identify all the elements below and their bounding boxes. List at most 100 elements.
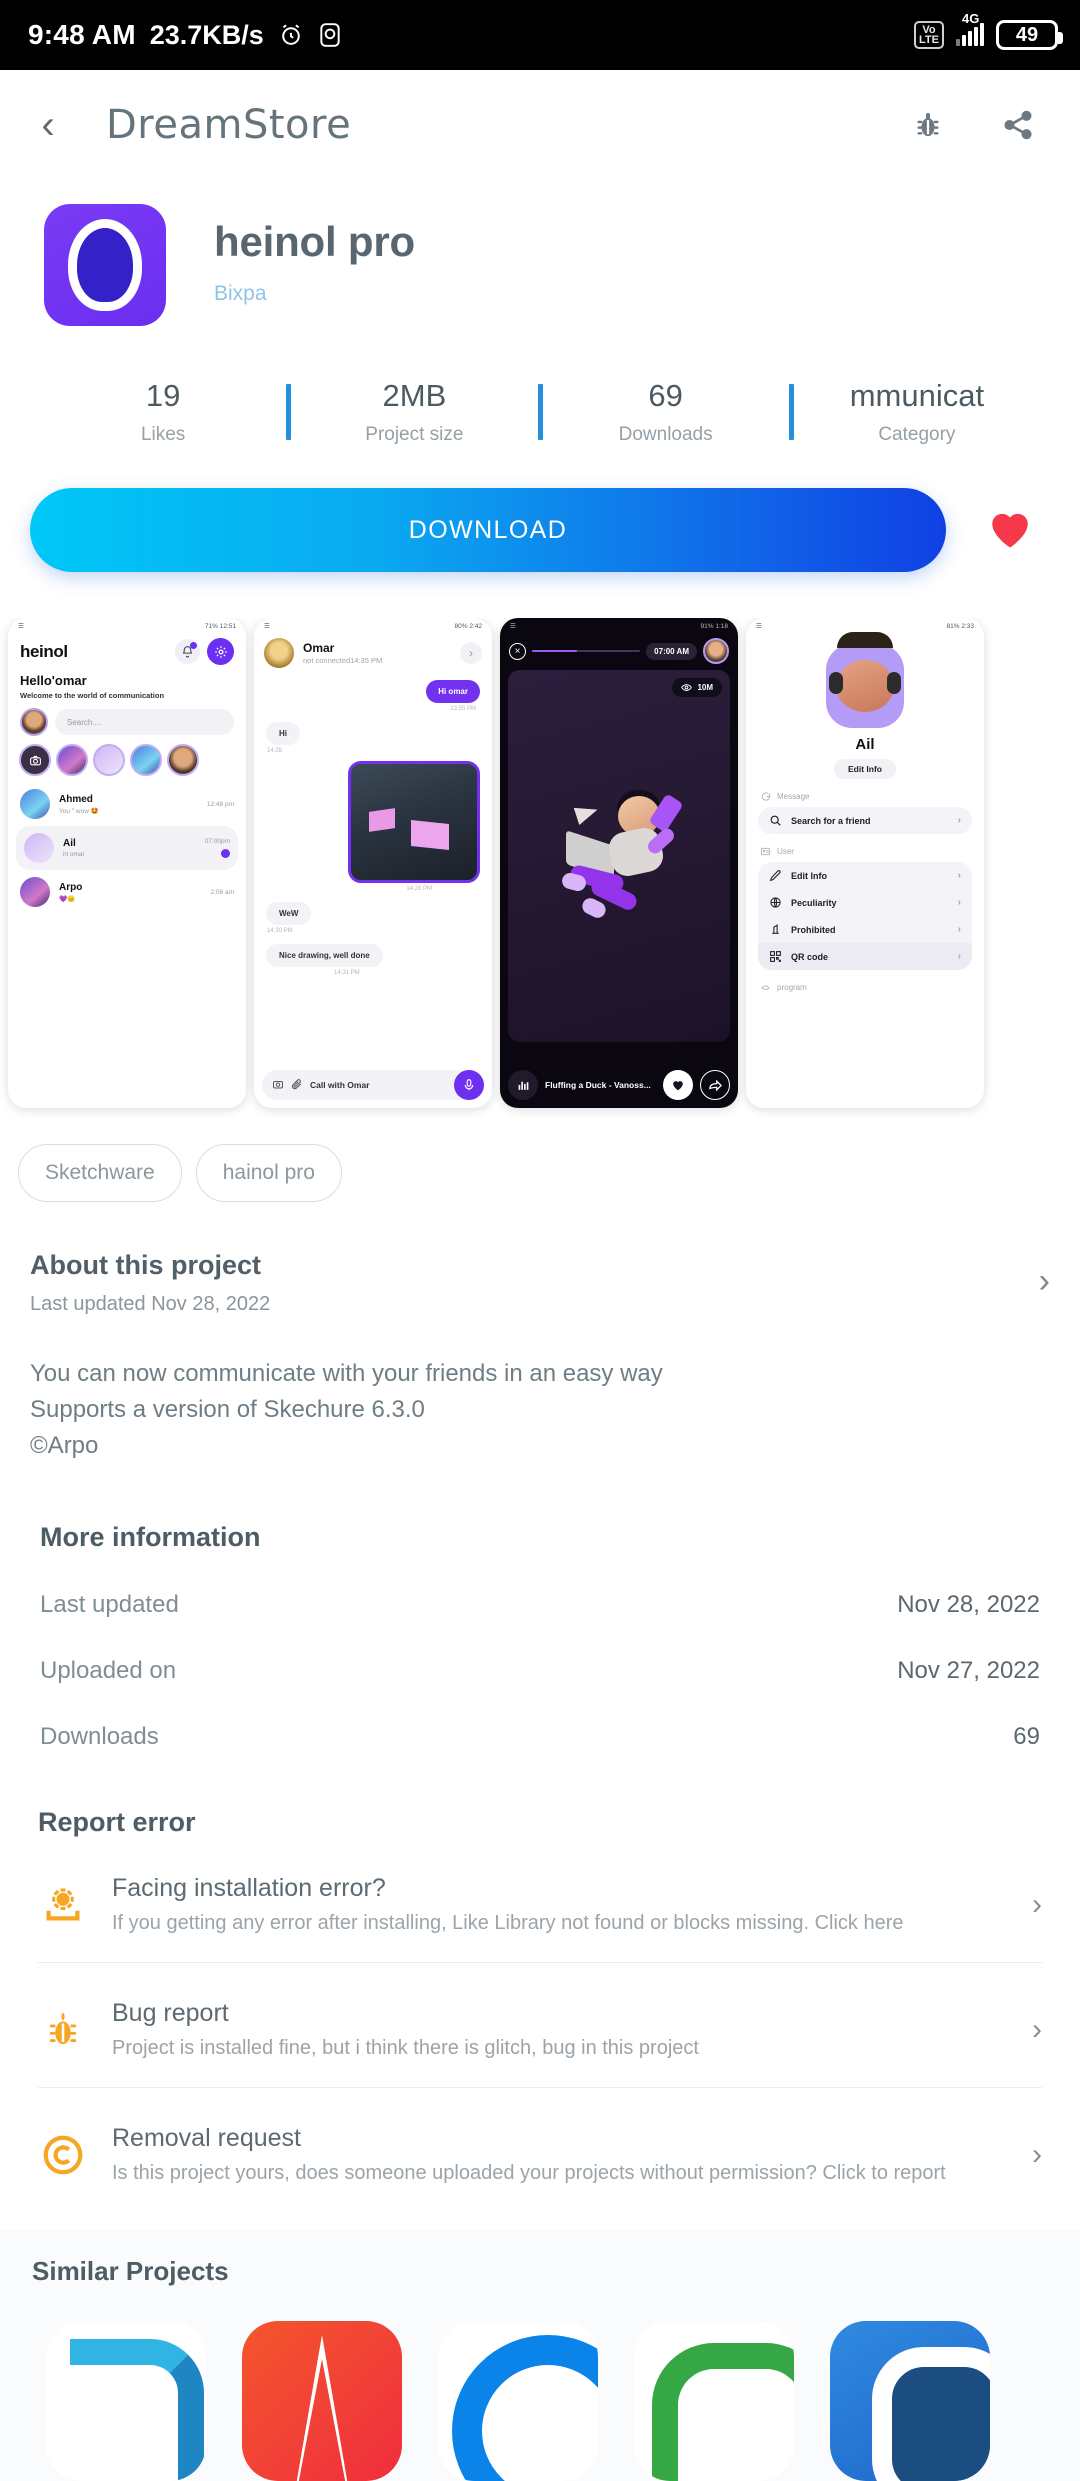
- bell-icon[interactable]: [175, 639, 200, 664]
- pencil-icon: [769, 870, 781, 882]
- setting-row-qr-code[interactable]: QR code ›: [758, 943, 972, 970]
- avatar: [20, 789, 50, 819]
- avatar: [264, 638, 294, 668]
- story-item[interactable]: [130, 744, 162, 776]
- setting-row-peculiarity[interactable]: Peculiarity ›: [758, 889, 972, 916]
- similar-projects-heading: Similar Projects: [32, 2256, 229, 2286]
- chevron-right-icon[interactable]: ›: [1032, 2140, 1042, 2170]
- back-arrow-icon[interactable]: ‹: [22, 99, 74, 151]
- message-input-bar[interactable]: Call with Omar: [262, 1070, 484, 1100]
- similar-projects-list[interactable]: [0, 2287, 1080, 2481]
- similar-app-3-icon[interactable]: [438, 2321, 598, 2481]
- share-arrow-icon[interactable]: [700, 1070, 730, 1100]
- microphone-icon[interactable]: [454, 1070, 484, 1100]
- similar-app-4-icon[interactable]: [634, 2321, 794, 2481]
- chat-list-item[interactable]: Ahmed You " wow 🤩 12:48 pm: [8, 782, 246, 826]
- bug-icon[interactable]: [900, 97, 956, 153]
- edit-info-button[interactable]: Edit Info: [834, 759, 896, 779]
- alarm-clock-icon: [278, 22, 304, 48]
- volte-bottom: LTE: [919, 34, 939, 46]
- tag-hainol-pro[interactable]: hainol pro: [195, 1144, 342, 1202]
- chevron-right-icon[interactable]: ›: [460, 642, 482, 664]
- about-last-updated: Last updated Nov 28, 2022: [30, 1293, 271, 1315]
- report-row-installation-error[interactable]: Facing installation error? If you gettin…: [38, 1874, 1042, 1936]
- camera-icon[interactable]: [272, 1078, 284, 1092]
- share-icon[interactable]: [990, 97, 1046, 153]
- paperclip-icon[interactable]: [291, 1078, 303, 1092]
- description-line-3: ©Arpo: [30, 1432, 99, 1459]
- unread-badge: [221, 849, 230, 858]
- close-icon[interactable]: ×: [509, 642, 526, 660]
- stat-project-size: 2MB Project size: [291, 378, 537, 446]
- story-item[interactable]: [93, 744, 125, 776]
- chevron-right-icon: ›: [957, 870, 961, 881]
- screenshot-profile-settings[interactable]: ☰ 81% 2:33 Ail Edit Info Message Search …: [746, 618, 984, 1108]
- message-time: 14:28 PM: [406, 886, 432, 892]
- report-title: Facing installation error?: [112, 1874, 386, 1902]
- chevron-right-icon: ›: [957, 951, 961, 962]
- avatar: [24, 833, 54, 863]
- story-media[interactable]: 10M: [508, 670, 730, 1042]
- similar-app-1-icon[interactable]: [46, 2321, 206, 2481]
- report-row-removal-request[interactable]: Removal request Is this project yours, d…: [38, 2124, 1042, 2186]
- chevron-right-icon[interactable]: ›: [1039, 1250, 1050, 1298]
- chevron-right-icon[interactable]: ›: [1032, 2015, 1042, 2045]
- shot1-stories[interactable]: [8, 736, 246, 776]
- screenshot-story-viewer[interactable]: ☰ 91% 1:18 × 07:00 AM 10M Fluffing a Duc…: [500, 618, 738, 1108]
- shot-status-bar: ☰ 71% 12:51: [8, 618, 246, 634]
- story-progress-bar[interactable]: [532, 649, 641, 653]
- app-developer[interactable]: Bixpa: [214, 282, 415, 306]
- heart-icon[interactable]: [982, 502, 1038, 559]
- copyright-icon: [38, 2132, 88, 2178]
- message-time: 14:30 PM: [267, 928, 293, 934]
- chat-list-item[interactable]: Arpo 💜😑 2:06 am: [8, 870, 246, 914]
- search-input[interactable]: Search....: [55, 709, 234, 735]
- report-row-bug-report[interactable]: Bug report Project is installed fine, bu…: [38, 1999, 1042, 2061]
- chat-list-item[interactable]: Ail hi omar 07:00pm: [16, 826, 238, 870]
- chevron-right-icon: ›: [957, 924, 961, 935]
- chevron-right-icon[interactable]: ›: [1032, 1890, 1042, 1920]
- message-input-placeholder[interactable]: Call with Omar: [310, 1080, 370, 1090]
- battery-percent: 49: [1015, 23, 1039, 46]
- network-type-label: 4G: [962, 11, 980, 26]
- message-time: 13:55 PM: [450, 706, 476, 712]
- network-speed: 23.7KB/s: [149, 19, 264, 50]
- profile-avatar[interactable]: [826, 632, 904, 728]
- gear-icon[interactable]: [207, 638, 234, 665]
- section-label: User: [777, 847, 794, 856]
- shot1-topbar: heinol: [8, 634, 246, 665]
- avatar[interactable]: [703, 638, 729, 664]
- message-image[interactable]: [348, 761, 480, 883]
- similar-app-2-icon[interactable]: [242, 2321, 402, 2481]
- chevron-right-icon: ›: [957, 897, 961, 908]
- search-friend-card[interactable]: Search for a friend ›: [758, 807, 972, 834]
- setting-row-prohibited[interactable]: Prohibited ›: [758, 916, 972, 943]
- report-error-section: Report error Facing installation error? …: [0, 1807, 1080, 2186]
- setting-row-edit-info[interactable]: Edit Info ›: [758, 862, 972, 889]
- screenshots-carousel[interactable]: ☰ 71% 12:51 heinol Hello'omar Welcome to…: [0, 618, 1080, 1118]
- chat-meta: 07:00pm: [205, 838, 230, 858]
- download-button[interactable]: DOWNLOAD: [30, 488, 946, 572]
- tag-list: Sketchware hainol pro: [0, 1118, 1080, 1202]
- screenshot-conversation[interactable]: ☰ 80% 2:42 Omar not connected14:35 PM › …: [254, 618, 492, 1108]
- report-title: Removal request: [112, 2124, 301, 2152]
- screenshot-home-chat-list[interactable]: ☰ 71% 12:51 heinol Hello'omar Welcome to…: [8, 618, 246, 1108]
- equalizer-icon[interactable]: [508, 1070, 538, 1100]
- stat-value: 19: [145, 378, 181, 413]
- avatar-face: [829, 660, 901, 712]
- search-friend-row[interactable]: Search for a friend ›: [758, 807, 972, 834]
- story-item[interactable]: [167, 744, 199, 776]
- chat-preview: 💜😑: [59, 895, 76, 903]
- similar-app-5-icon[interactable]: [830, 2321, 990, 2481]
- report-error-heading: Report error: [38, 1807, 196, 1837]
- add-story-camera-icon[interactable]: [19, 744, 51, 776]
- user-settings-card[interactable]: Edit Info › Peculiarity › Prohibited › Q…: [758, 862, 972, 970]
- heart-icon[interactable]: [663, 1070, 693, 1100]
- message-bubble-incoming: WeW: [266, 902, 312, 925]
- chat-time: 12:48 pm: [206, 800, 234, 808]
- about-section[interactable]: About this project Last updated Nov 28, …: [0, 1250, 1080, 1316]
- setting-label: Edit Info: [791, 870, 827, 881]
- avatar: [20, 877, 50, 907]
- tag-sketchware[interactable]: Sketchware: [18, 1144, 182, 1202]
- story-item[interactable]: [56, 744, 88, 776]
